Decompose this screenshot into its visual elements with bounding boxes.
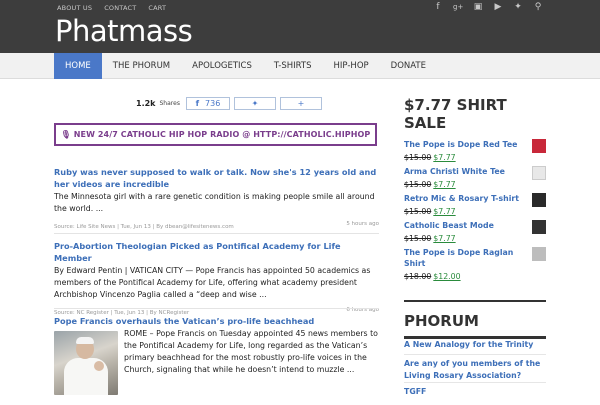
article-time: 5 hours ago	[346, 221, 379, 227]
product-item[interactable]: The Pope is Dope Red Tee $15.00 $7.77	[404, 139, 546, 163]
site-logo[interactable]: Phatmass	[55, 14, 193, 48]
main-nav: HOME THE PHORUM APOLOGETICS T-SHIRTS HIP…	[0, 53, 600, 79]
sale-price: $7.77	[433, 153, 456, 162]
article-meta: Source: Life Site News | Tue, Jun 13 | B…	[54, 221, 379, 231]
nav-item-home[interactable]: HOME	[54, 53, 102, 79]
top-link-contact[interactable]: CONTACT	[104, 4, 136, 12]
sale-price: $7.77	[433, 234, 456, 243]
sale-price: $7.77	[433, 180, 456, 189]
thumbnail-figure-hand	[94, 361, 104, 371]
old-price: $15.00	[404, 234, 432, 243]
product-image[interactable]	[532, 193, 546, 207]
article-item: Ruby was never supposed to walk or talk.…	[54, 166, 379, 231]
article-source: Source: Life Site News | Tue, Jun 13 | B…	[54, 224, 234, 230]
article-excerpt: The Minnesota girl with a rare genetic c…	[54, 192, 375, 213]
facebook-share-count: 736	[205, 98, 221, 108]
product-item[interactable]: The Pope is Dope Raglan Shirt $18.00 $12.…	[404, 247, 546, 282]
phorum-link[interactable]: A New Analogy for the Trinity	[404, 339, 546, 351]
phorum-link[interactable]: Are any of you members of the Living Ros…	[404, 358, 546, 382]
twitter-share-button[interactable]: ✦	[233, 96, 276, 110]
old-price: $15.00	[404, 207, 432, 216]
section-divider	[404, 300, 546, 302]
product-name[interactable]: Arma Christi White Tee	[404, 166, 546, 177]
sale-price: $7.77	[433, 207, 456, 216]
product-price: $15.00 $7.77	[404, 179, 546, 190]
search-icon[interactable]: ⚲	[533, 2, 543, 12]
googleplus-icon[interactable]: g+	[453, 3, 463, 11]
nav-item-tshirts[interactable]: T-SHIRTS	[263, 53, 323, 79]
article-excerpt: By Edward Pentin | VATICAN CITY — Pope F…	[54, 266, 371, 299]
old-price: $15.00	[404, 153, 432, 162]
nav-item-donate[interactable]: DONATE	[380, 53, 437, 79]
product-item[interactable]: Retro Mic & Rosary T-shirt $15.00 $7.77	[404, 193, 546, 217]
article-item: Pope Francis overhauls the Vatican’s pro…	[54, 315, 379, 405]
shirt-sale-heading: $7.77 SHIRT SALE	[404, 96, 507, 132]
article-title[interactable]: Pope Francis overhauls the Vatican’s pro…	[54, 315, 379, 327]
article-item: Pro-Abortion Theologian Picked as Pontif…	[54, 240, 379, 317]
product-image[interactable]	[532, 139, 546, 153]
facebook-icon: f	[195, 98, 200, 108]
old-price: $15.00	[404, 180, 432, 189]
old-price: $18.00	[404, 272, 432, 281]
divider	[404, 382, 546, 383]
top-bar: ABOUT US CONTACT CART f g+ ▣ ▶ ✦ ⚲ Phatm…	[0, 0, 600, 53]
youtube-icon[interactable]: ▶	[493, 2, 503, 12]
radio-banner[interactable]: 🎙 NEW 24/7 CATHOLIC HIP HOP RADIO @ HTTP…	[54, 123, 377, 146]
product-name[interactable]: Retro Mic & Rosary T-shirt	[404, 193, 546, 204]
instagram-icon[interactable]: ▣	[473, 2, 483, 12]
twitter-icon: ✦	[251, 98, 259, 108]
divider	[54, 233, 379, 234]
product-name[interactable]: Catholic Beast Mode	[404, 220, 546, 231]
nav-item-phorum[interactable]: THE PHORUM	[102, 53, 181, 79]
product-item[interactable]: Arma Christi White Tee $15.00 $7.77	[404, 166, 546, 190]
sale-price: $12.00	[433, 272, 461, 281]
divider	[404, 354, 546, 355]
twitter-icon[interactable]: ✦	[513, 2, 523, 12]
article-thumbnail[interactable]	[54, 331, 118, 395]
article-title[interactable]: Pro-Abortion Theologian Picked as Pontif…	[54, 240, 379, 264]
phorum-heading: PHORUM	[404, 312, 479, 330]
facebook-icon[interactable]: f	[433, 2, 443, 12]
product-name[interactable]: The Pope is Dope Red Tee	[404, 139, 546, 150]
product-price: $15.00 $7.77	[404, 233, 546, 244]
product-price: $18.00 $12.00	[404, 271, 546, 282]
phorum-link[interactable]: TGFF	[404, 386, 546, 398]
social-links: f g+ ▣ ▶ ✦ ⚲	[433, 2, 543, 12]
product-price: $15.00 $7.77	[404, 152, 546, 163]
nav-item-hiphop[interactable]: HIP-HOP	[323, 53, 380, 79]
thumbnail-figure-cap	[76, 337, 94, 344]
facebook-share-button[interactable]: f 736	[185, 96, 230, 110]
top-link-cart[interactable]: CART	[148, 4, 166, 12]
product-image[interactable]	[532, 166, 546, 180]
plus-icon: +	[297, 98, 305, 108]
product-name[interactable]: The Pope is Dope Raglan Shirt	[404, 247, 524, 269]
top-links: ABOUT US CONTACT CART	[57, 4, 166, 12]
share-label: Shares	[159, 99, 180, 107]
top-link-about[interactable]: ABOUT US	[57, 4, 92, 12]
product-price: $15.00 $7.77	[404, 206, 546, 217]
product-image[interactable]	[532, 220, 546, 234]
product-item[interactable]: Catholic Beast Mode $15.00 $7.77	[404, 220, 546, 244]
share-bar: 1.2k Shares f 736 ✦ +	[136, 96, 322, 110]
product-image[interactable]	[532, 247, 546, 261]
divider	[54, 308, 379, 309]
nav-item-apologetics[interactable]: APOLOGETICS	[181, 53, 263, 79]
more-share-button[interactable]: +	[279, 96, 322, 110]
sidebar: $7.77 SHIRT SALE The Pope is Dope Red Te…	[404, 96, 546, 396]
article-title[interactable]: Ruby was never supposed to walk or talk.…	[54, 166, 379, 190]
article-excerpt: ROME – Pope Francis on Tuesday appointed…	[124, 329, 378, 374]
share-count: 1.2k	[136, 98, 156, 108]
